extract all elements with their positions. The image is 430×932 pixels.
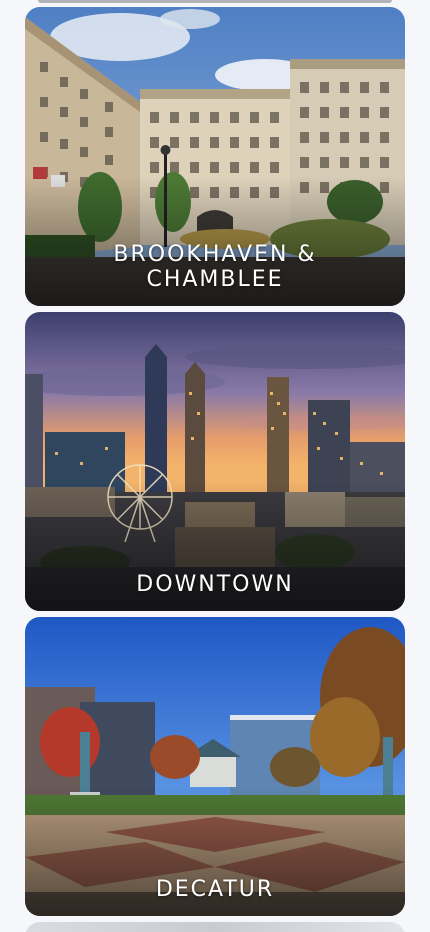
neighborhood-card-label: DOWNTOWN: [136, 572, 294, 597]
neighborhood-card-label: DECATUR: [155, 877, 275, 902]
previous-card-edge[interactable]: [38, 0, 392, 3]
neighborhood-card-label: BROOKHAVEN & CHAMBLEE: [113, 242, 317, 292]
next-card-edge[interactable]: [25, 922, 405, 932]
neighborhood-card-decatur[interactable]: DECATUR: [25, 617, 405, 916]
neighborhood-list: BROOKHAVEN & CHAMBLEE DOWNTOWN DECATUR: [0, 0, 430, 932]
neighborhood-card-brookhaven-chamblee[interactable]: BROOKHAVEN & CHAMBLEE: [25, 7, 405, 306]
neighborhood-card-downtown[interactable]: DOWNTOWN: [25, 312, 405, 611]
